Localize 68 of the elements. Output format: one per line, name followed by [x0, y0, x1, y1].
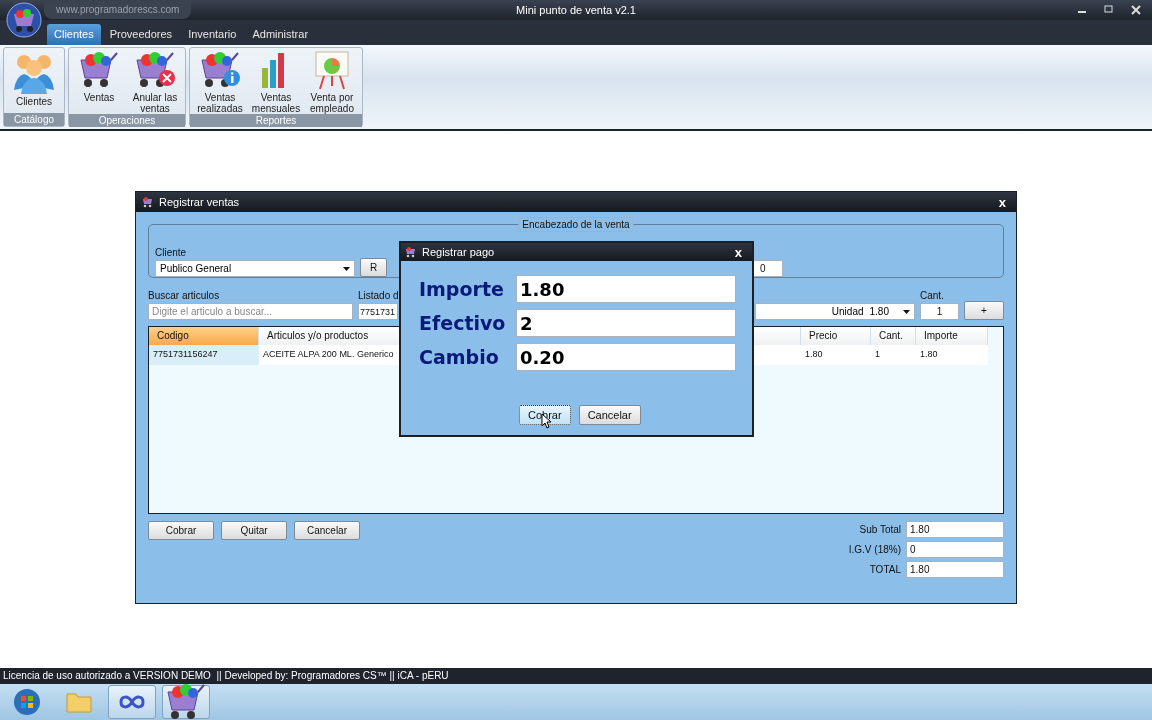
column-header[interactable]: Precio [801, 327, 871, 345]
table-cell: 1.80 [916, 345, 988, 365]
infinity-icon [118, 694, 146, 710]
sales-window-title: Registrar ventas [159, 196, 240, 208]
ribbon-button[interactable]: Anular las ventas [127, 50, 183, 114]
search-label: Buscar articulos [148, 290, 221, 301]
ribbon-button[interactable]: Ventas mensuales [248, 50, 304, 114]
quantity-field[interactable]: 1 [920, 303, 959, 320]
payment-field[interactable]: 2 [516, 309, 736, 337]
product-list-field[interactable]: 7751731 [358, 303, 398, 320]
total-label: TOTAL [869, 564, 901, 575]
table-cell: 1.80 [801, 345, 871, 365]
ribbon-group-label: Operaciones [69, 114, 185, 127]
caret-icon [343, 266, 350, 271]
unit-dropdown[interactable]: Unidad 1.80 [755, 303, 915, 320]
ribbon-group-label: Catálogo [4, 113, 64, 126]
cart-with-info-icon [198, 50, 242, 90]
payment-field[interactable]: 1.80 [516, 275, 736, 303]
client-dropdown[interactable]: Publico General [155, 260, 355, 277]
ribbon-button[interactable]: Clientes [6, 50, 62, 113]
payment-label: Efectivo [419, 312, 507, 334]
payment-label: Cambio [419, 346, 500, 368]
menu-tab[interactable]: Administrar [245, 24, 316, 45]
group-legend: Encabezado de la venta [518, 217, 634, 232]
table-cell: 1 [871, 345, 916, 365]
menu-tab[interactable]: Proveedores [102, 24, 180, 45]
ribbon-button[interactable]: Ventas realizadas [192, 50, 248, 114]
cart-icon [164, 682, 208, 720]
quantity-label: Cant. [920, 290, 945, 301]
menu-tab[interactable]: Inventario [181, 24, 244, 45]
product-list-label: Listado d [358, 290, 399, 301]
status-bar: Licencia de uso autorizado a VERSION DEMO || Developed by: Programadores CS™ || iCA - pERU [0, 668, 1152, 684]
dialog-title: Registrar pago [422, 246, 495, 258]
cart-icon [405, 246, 417, 258]
action-button[interactable]: Quitar [221, 521, 287, 540]
column-header[interactable]: Codigo [149, 327, 259, 345]
dialog-button[interactable]: Cancelar [578, 405, 641, 425]
folder-icon [65, 690, 93, 714]
ribbon-button[interactable]: Venta por empleado [304, 50, 360, 114]
windows-logo-icon [13, 688, 41, 716]
table-cell: 7751731156247 [149, 345, 259, 365]
taskbar-item[interactable] [162, 685, 210, 719]
client-label: Cliente [155, 247, 188, 258]
menu-tab[interactable]: Clientes [47, 24, 101, 45]
total-label: Sub Total [859, 524, 901, 535]
add-button[interactable]: + [964, 301, 1004, 320]
total-label: I.G.V (18%) [848, 544, 901, 555]
taskbar-item[interactable] [108, 685, 156, 719]
payment-field[interactable]: 0.20 [516, 343, 736, 371]
ribbon-button[interactable]: Ventas [71, 50, 127, 114]
total-field[interactable]: 1.80 [906, 561, 1004, 578]
column-header[interactable]: Importe [916, 327, 988, 345]
cart-icon [142, 196, 154, 208]
caret-icon [903, 309, 910, 314]
ribbon-group-label: Reportes [190, 114, 362, 127]
search-field[interactable]: Digite el articulo a buscar... [148, 303, 353, 320]
close-icon[interactable]: x [998, 194, 1006, 210]
total-field[interactable]: 1.80 [906, 521, 1004, 538]
window-title: Mini punto de venta v2.1 [516, 4, 636, 16]
total-field[interactable]: 0 [906, 541, 1004, 558]
action-button[interactable]: Cobrar [148, 521, 214, 540]
action-button[interactable]: Cancelar [294, 521, 360, 540]
r-button[interactable]: R [360, 258, 387, 277]
close-icon[interactable]: x [734, 244, 742, 260]
cart-with-cross-icon [133, 50, 177, 90]
cart-icon [77, 50, 121, 90]
payment-label: Importe [419, 278, 505, 300]
column-header[interactable]: Cant. [871, 327, 916, 345]
